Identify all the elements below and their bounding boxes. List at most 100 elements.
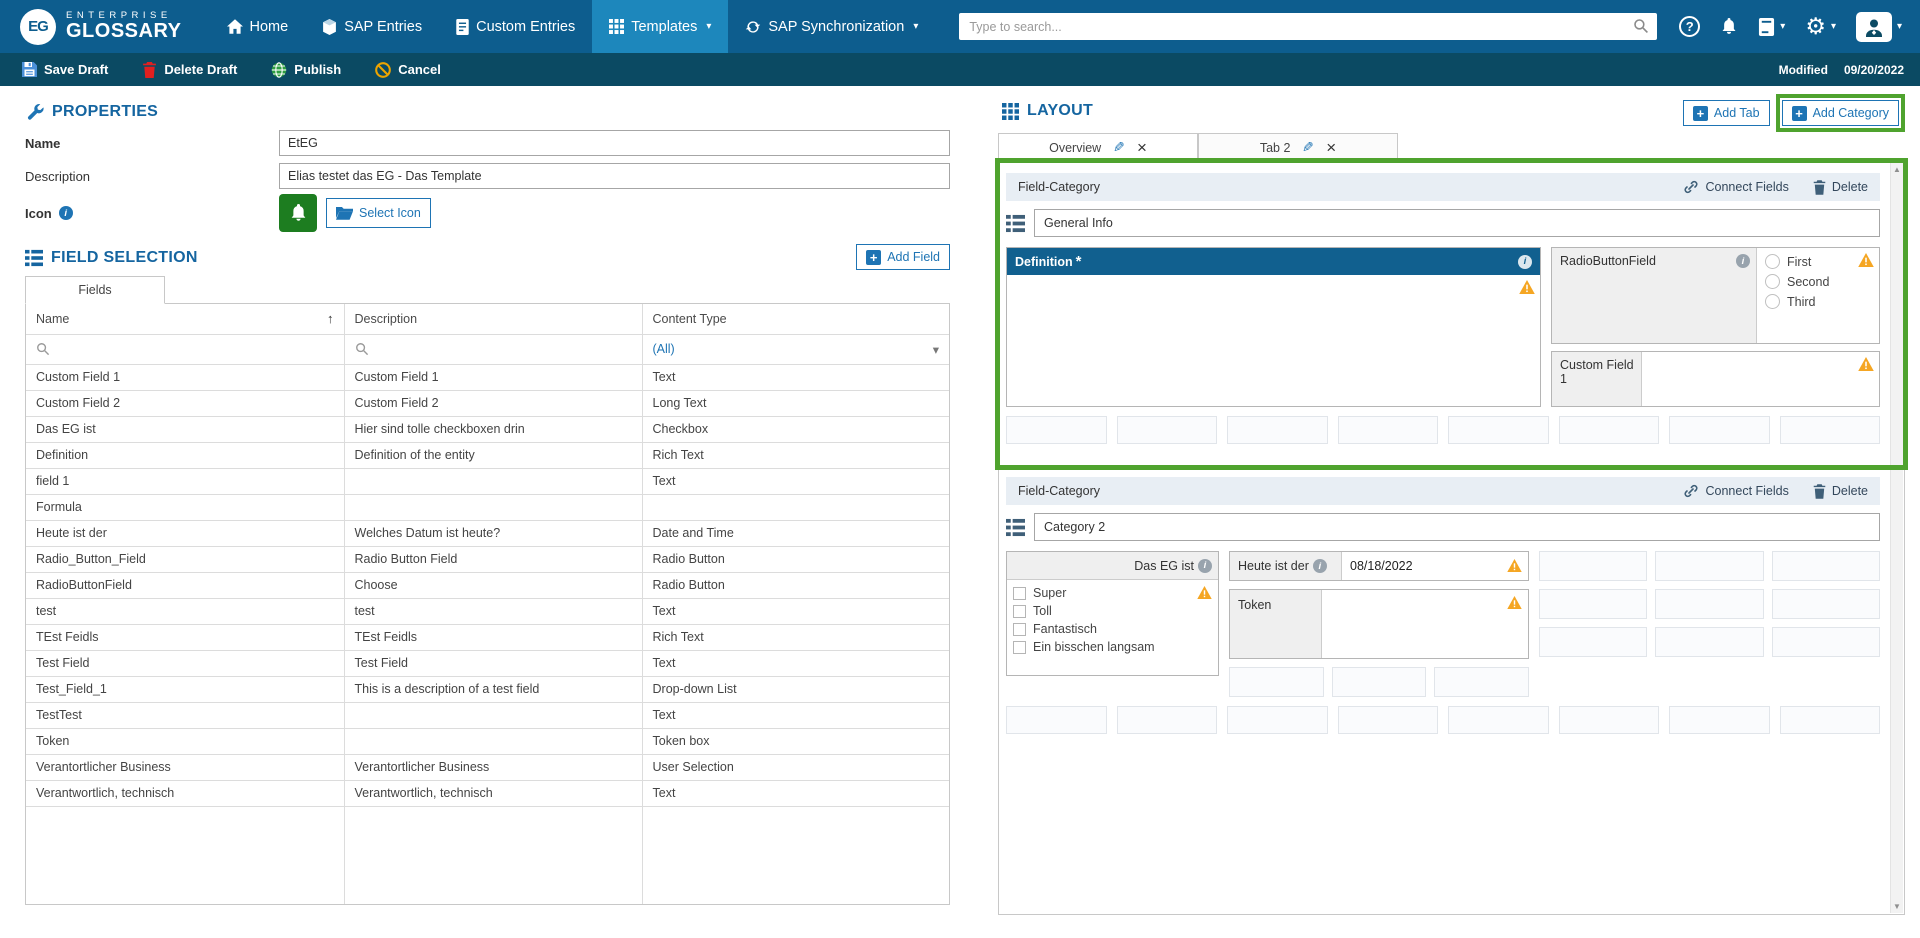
nav-item-sap-entries[interactable]: SAP Entries [305, 0, 439, 53]
empty-field-placeholder[interactable] [1227, 416, 1328, 444]
scroll-down-icon[interactable]: ▼ [1893, 902, 1901, 911]
close-tab-icon[interactable]: × [1326, 139, 1336, 156]
checkbox-option[interactable]: Super [1013, 586, 1212, 600]
empty-field-placeholder[interactable] [1559, 416, 1660, 444]
settings-button[interactable]: ⚙ ▾ [1805, 15, 1836, 38]
table-row[interactable]: Radio_Button_Field Radio Button Field Ra… [26, 546, 949, 572]
category-name-input[interactable] [1034, 209, 1880, 237]
table-row[interactable]: test test Text [26, 598, 949, 624]
table-row[interactable]: Test Field Test Field Text [26, 650, 949, 676]
vertical-scrollbar[interactable]: ▲ ▼ [1890, 163, 1903, 913]
tab-tab2[interactable]: Tab 2 ✎ × [1198, 133, 1398, 162]
tab-overview[interactable]: Overview ✎ × [998, 133, 1198, 162]
add-category-button[interactable]: + Add Category [1782, 100, 1899, 126]
empty-field-placeholder[interactable] [1117, 416, 1218, 444]
checkbox-option[interactable]: Toll [1013, 604, 1212, 618]
user-menu-button[interactable]: ▾ [1856, 12, 1902, 42]
table-row[interactable]: Verantwortlich, technisch Verantwortlich… [26, 780, 949, 806]
delete-draft-button[interactable]: Delete Draft [142, 62, 237, 78]
column-header-name[interactable]: Name↑ [26, 304, 344, 334]
empty-field-placeholder[interactable] [1669, 706, 1770, 734]
notifications-button[interactable] [1720, 17, 1738, 36]
name-filter-input[interactable] [26, 334, 344, 364]
table-row[interactable]: RadioButtonField Choose Radio Button [26, 572, 949, 598]
drag-handle-icon[interactable] [1006, 518, 1025, 537]
empty-field-placeholder[interactable] [1655, 627, 1763, 657]
table-row[interactable]: field 1 Text [26, 468, 949, 494]
empty-field-placeholder[interactable] [1006, 416, 1107, 444]
empty-field-placeholder[interactable] [1772, 551, 1880, 581]
close-tab-icon[interactable]: × [1137, 139, 1147, 156]
field-custom-field-1[interactable]: Custom Field 1 [1551, 351, 1880, 407]
nav-item-custom-entries[interactable]: Custom Entries [439, 0, 592, 53]
empty-field-placeholder[interactable] [1332, 667, 1427, 697]
empty-field-placeholder[interactable] [1227, 706, 1328, 734]
nav-item-sap-synchronization[interactable]: SAP Synchronization ▾ [728, 0, 935, 53]
save-draft-button[interactable]: Save Draft [22, 62, 108, 77]
table-row[interactable]: Verantortlicher Business Verantortlicher… [26, 754, 949, 780]
tab-fields[interactable]: Fields [25, 276, 165, 304]
help-button[interactable]: ? [1679, 16, 1700, 37]
table-row[interactable]: Formula [26, 494, 949, 520]
add-tab-button[interactable]: + Add Tab [1683, 100, 1770, 126]
empty-field-placeholder[interactable] [1448, 416, 1549, 444]
field-definition[interactable]: Definition * i [1006, 247, 1541, 407]
delete-category-button[interactable]: Delete [1813, 484, 1868, 499]
template-description-input[interactable] [279, 163, 950, 189]
column-header-description[interactable]: Description [344, 304, 642, 334]
template-name-input[interactable] [279, 130, 950, 156]
scroll-up-icon[interactable]: ▲ [1893, 165, 1901, 174]
checkbox-option[interactable]: Ein bisschen langsam [1013, 640, 1212, 654]
table-row[interactable]: Das EG ist Hier sind tolle checkboxen dr… [26, 416, 949, 442]
delete-category-button[interactable]: Delete [1813, 180, 1868, 195]
empty-field-placeholder[interactable] [1539, 551, 1647, 581]
table-row[interactable]: Custom Field 2 Custom Field 2 Long Text [26, 390, 949, 416]
table-row[interactable]: Test_Field_1 This is a description of a … [26, 676, 949, 702]
cancel-button[interactable]: Cancel [375, 62, 441, 78]
empty-field-placeholder[interactable] [1539, 589, 1647, 619]
add-field-button[interactable]: + Add Field [856, 244, 950, 270]
empty-field-placeholder[interactable] [1772, 627, 1880, 657]
empty-field-placeholder[interactable] [1448, 706, 1549, 734]
empty-field-placeholder[interactable] [1780, 416, 1881, 444]
field-heute-ist-der[interactable]: Heute ist der i 08/18/2022 [1229, 551, 1529, 581]
app-logo[interactable]: EG ENTERPRISE GLOSSARY [0, 0, 210, 53]
empty-field-placeholder[interactable] [1655, 551, 1763, 581]
drag-handle-icon[interactable] [1006, 214, 1025, 233]
empty-field-placeholder[interactable] [1559, 706, 1660, 734]
empty-field-placeholder[interactable] [1669, 416, 1770, 444]
radio-option[interactable]: Third [1765, 294, 1873, 309]
description-filter-input[interactable] [344, 334, 642, 364]
checkbox-option[interactable]: Fantastisch [1013, 622, 1212, 636]
empty-field-placeholder[interactable] [1338, 416, 1439, 444]
table-row[interactable]: Definition Definition of the entity Rich… [26, 442, 949, 468]
field-radiobuttonfield[interactable]: RadioButtonField i First [1551, 247, 1880, 344]
empty-field-placeholder[interactable] [1539, 627, 1647, 657]
publish-button[interactable]: Publish [271, 62, 341, 78]
table-row[interactable]: TEst Feidls TEst Feidls Rich Text [26, 624, 949, 650]
empty-field-placeholder[interactable] [1780, 706, 1881, 734]
edit-tab-icon[interactable]: ✎ [1113, 139, 1125, 156]
table-row[interactable]: Token Token box [26, 728, 949, 754]
category-name-input[interactable] [1034, 513, 1880, 541]
select-icon-button[interactable]: Select Icon [326, 198, 431, 228]
empty-field-placeholder[interactable] [1434, 667, 1529, 697]
global-search-input[interactable] [959, 13, 1657, 40]
nav-item-home[interactable]: Home [210, 0, 306, 53]
empty-field-placeholder[interactable] [1338, 706, 1439, 734]
radio-option[interactable]: First [1765, 254, 1873, 269]
connect-fields-button[interactable]: Connect Fields [1683, 179, 1788, 195]
info-icon[interactable]: i [1736, 254, 1750, 268]
table-row[interactable]: Custom Field 1 Custom Field 1 Text [26, 364, 949, 390]
empty-field-placeholder[interactable] [1006, 706, 1107, 734]
field-das-eg-ist[interactable]: Das EG ist i Super [1006, 551, 1219, 676]
table-row[interactable]: TestTest Text [26, 702, 949, 728]
empty-field-placeholder[interactable] [1117, 706, 1218, 734]
empty-field-placeholder[interactable] [1229, 667, 1324, 697]
info-icon[interactable]: i [1518, 255, 1532, 269]
empty-field-placeholder[interactable] [1772, 589, 1880, 619]
column-header-content-type[interactable]: Content Type [642, 304, 949, 334]
search-icon[interactable] [1633, 18, 1649, 34]
field-token[interactable]: Token [1229, 589, 1529, 659]
connect-fields-button[interactable]: Connect Fields [1683, 483, 1788, 499]
